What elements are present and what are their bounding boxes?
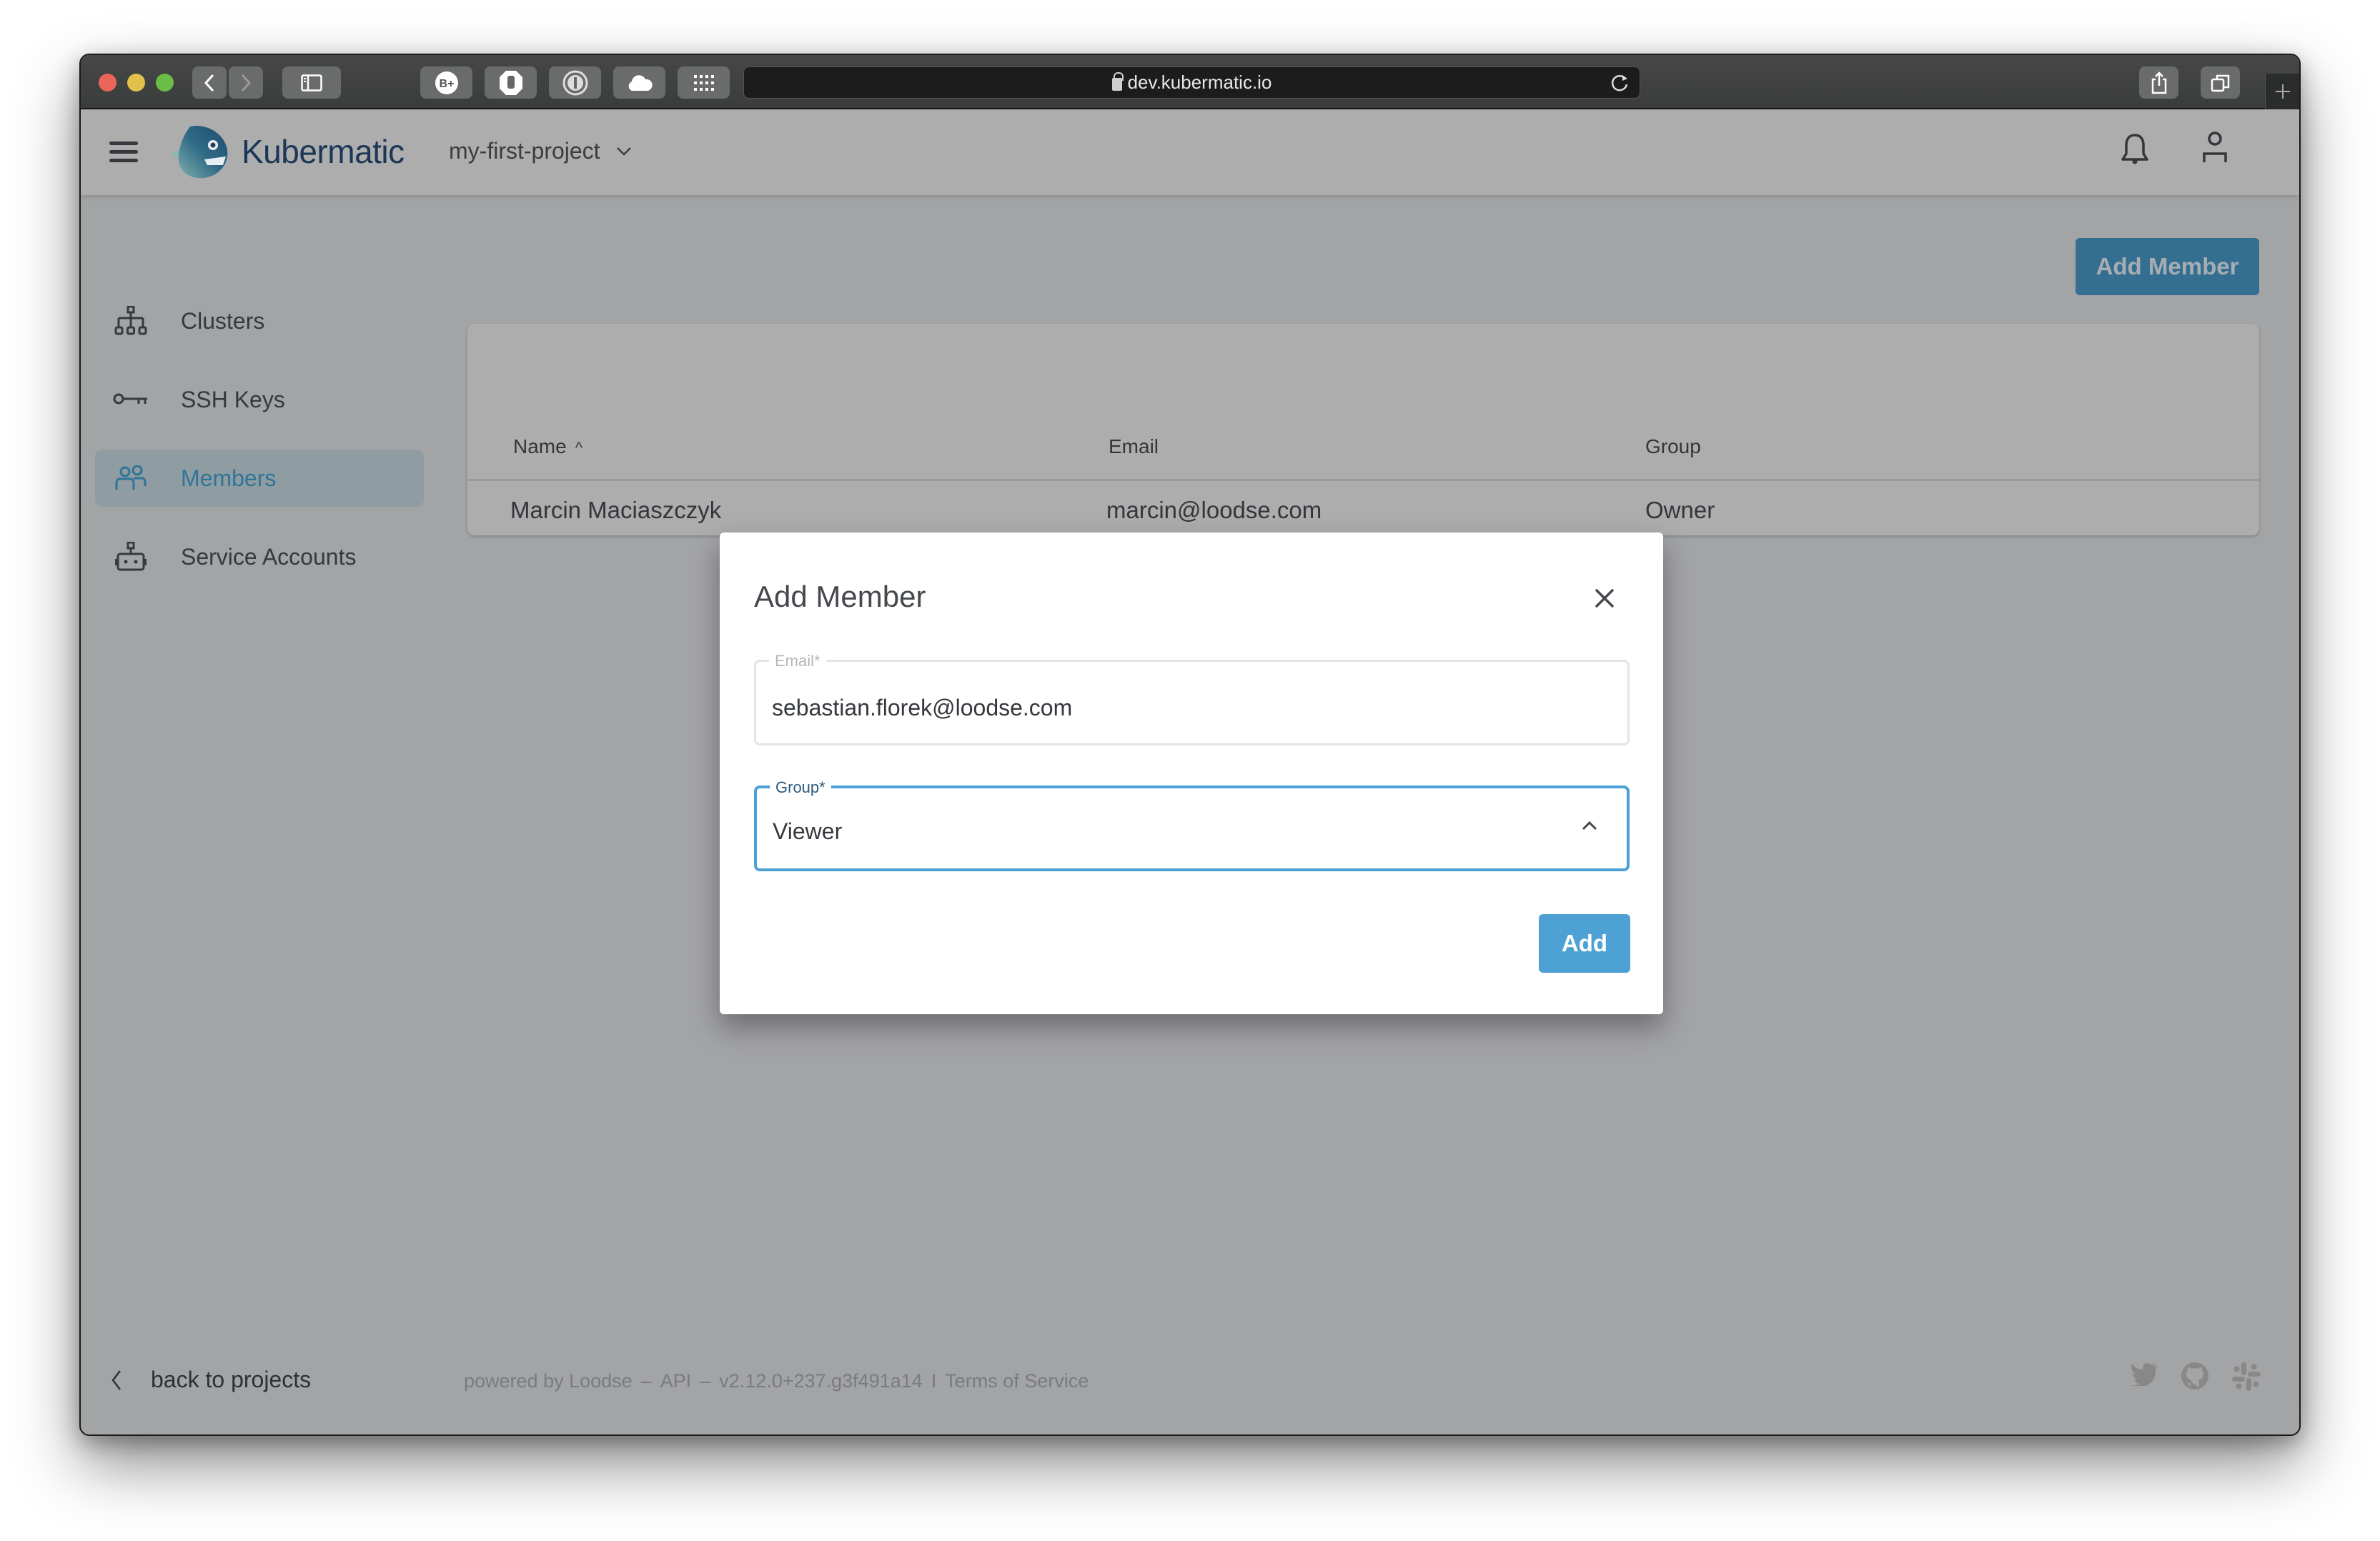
sort-ascending-icon: ^ [575,439,583,457]
footer-info: powered by Loodse – API – v2.12.0+237.g3f491… [464,1370,1089,1392]
twitter-icon[interactable] [2130,1362,2158,1386]
forward-button[interactable] [229,66,263,99]
back-label: back to projects [151,1367,312,1392]
sidebar-toggle-button[interactable] [282,66,341,99]
reload-icon[interactable] [1611,73,1630,93]
cell-name: Marcin Maciaszczyk [510,497,722,523]
bplus-icon: B+ [435,71,458,94]
email-field-label: Email* [769,652,826,670]
sidebar-item-label: SSH Keys [181,386,285,412]
sidebar-icon [301,74,322,91]
sidebar-item-members[interactable]: Members [95,450,424,507]
powered-by-link[interactable]: powered by Loodse [464,1370,633,1392]
members-icon [115,465,147,490]
share-icon [2151,71,2166,94]
sidebar-item-label: Service Accounts [181,543,357,570]
add-member-button[interactable]: Add Member [2076,238,2259,295]
cell-group: Owner [1645,497,1715,523]
maximize-window-button[interactable] [156,74,174,91]
user-account-icon[interactable] [2202,131,2228,165]
tabs-icon [2211,74,2229,91]
close-icon[interactable] [1595,588,1615,608]
share-button[interactable] [2139,66,2178,99]
key-icon [113,393,147,405]
kubermatic-logo-icon [172,126,228,179]
onepassword-icon [562,70,587,95]
menu-button[interactable] [109,142,138,163]
chevron-down-icon [616,147,631,156]
lock-icon [1111,71,1124,91]
tabs-overview-button[interactable] [2201,66,2240,99]
notifications-bell-icon[interactable] [2121,132,2149,165]
add-member-dialog: Add Member Email* Group* Viewer Add [720,532,1663,1014]
adblock-hand-icon [499,70,522,95]
cell-email: marcin@loodse.com [1106,497,1322,523]
new-tab-button[interactable] [2265,74,2299,109]
group-field-label: Group* [770,778,831,797]
back-button[interactable] [192,66,227,99]
clusters-icon [114,306,147,335]
extension-bplus[interactable]: B+ [420,66,472,99]
chevron-left-icon [111,1369,121,1390]
sidebar-item-clusters[interactable]: Clusters [95,292,424,350]
chevron-left-icon [204,74,214,91]
sidebar-item-label: Clusters [181,307,265,334]
project-selector[interactable]: my-first-project [449,138,632,164]
brand-name[interactable]: Kubermatic [242,132,405,171]
project-name: my-first-project [449,138,600,164]
dialog-title: Add Member [754,580,926,613]
extension-1password[interactable] [549,66,601,99]
group-selected-value[interactable]: Viewer [773,818,1559,845]
address-bar[interactable]: dev.kubermatic.io [743,66,1640,99]
cloud-icon [628,74,653,91]
column-header-group: Group [1645,435,1701,457]
email-input[interactable] [772,695,1558,721]
extension-cloud[interactable] [613,66,665,99]
api-link[interactable]: API [660,1370,692,1392]
column-header-email: Email [1109,435,1159,457]
app-header: Kubermatic my-first-project [81,109,2299,195]
separator: – [700,1370,711,1392]
version-text: v2.12.0+237.g3f491a14 [719,1370,923,1392]
group-select[interactable]: Group* Viewer [754,778,1630,871]
sidebar-item-ssh-keys[interactable]: SSH Keys [95,371,424,428]
minimize-window-button[interactable] [127,74,145,91]
table-divider [467,479,2259,481]
plus-icon [2275,84,2290,99]
sidebar-item-service-accounts[interactable]: Service Accounts [95,528,424,585]
column-header-label: Name [513,435,567,457]
hamburger-icon [109,142,138,145]
browser-titlebar: B+ dev.kubermatic.io [81,55,2299,109]
svg-text:B+: B+ [439,78,454,90]
sidebar-item-label: Members [181,465,277,491]
chevron-right-icon [241,74,252,91]
github-icon[interactable] [2181,1362,2209,1390]
extension-grid[interactable] [678,66,730,99]
members-table: Name ^ Email Group Marcin Maciaszczyk mar… [467,324,2259,535]
chevron-up-icon[interactable] [1581,820,1598,831]
extension-adblock[interactable] [485,66,537,99]
separator: – [640,1370,652,1392]
separator: I [931,1370,937,1392]
url-text: dev.kubermatic.io [1127,71,1272,93]
robot-icon [115,542,147,571]
column-header-name[interactable]: Name ^ [513,435,582,458]
email-field[interactable]: Email* [754,652,1630,745]
grid-icon [693,74,714,91]
browser-window: B+ dev.kubermatic.io Kubermatic my-first… [79,54,2301,1436]
slack-icon[interactable] [2231,1362,2261,1392]
close-window-button[interactable] [99,74,116,91]
back-to-projects-link[interactable]: back to projects [111,1367,311,1393]
terms-link[interactable]: Terms of Service [945,1370,1089,1392]
add-button[interactable]: Add [1539,914,1630,973]
